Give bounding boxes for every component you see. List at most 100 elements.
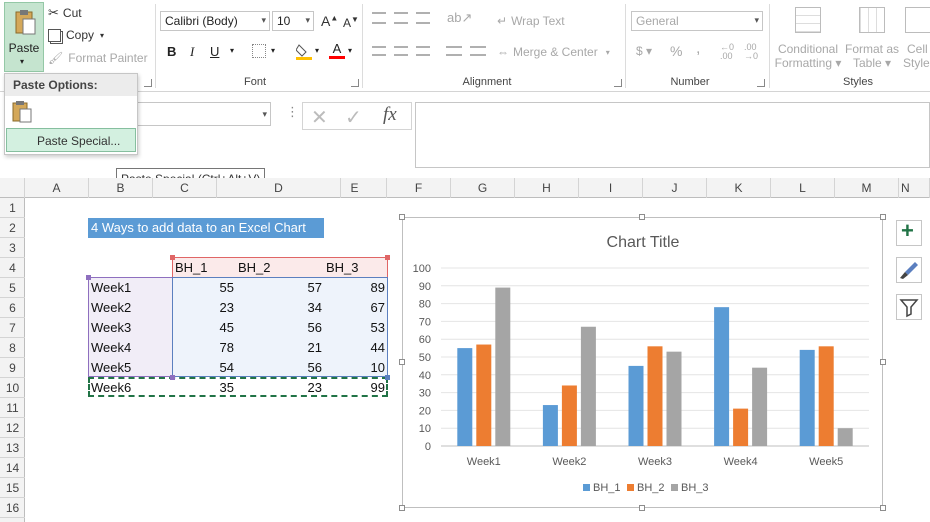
bar-bh1-week2[interactable] <box>542 405 558 446</box>
row-header[interactable]: 13 <box>0 438 25 458</box>
legend-label[interactable]: BH_1 <box>593 482 621 494</box>
chart-resize-handle[interactable] <box>399 505 405 511</box>
bar-bh3-week1[interactable] <box>495 287 511 446</box>
chart-title[interactable]: Chart Title <box>607 234 680 251</box>
row-header[interactable]: 16 <box>0 498 25 518</box>
bar-bh2-week1[interactable] <box>476 344 492 446</box>
row-header[interactable]: 4 <box>0 258 25 278</box>
column-header[interactable]: E <box>323 178 387 198</box>
range-handle[interactable] <box>170 375 175 380</box>
font-launcher-icon[interactable] <box>351 79 359 87</box>
bottom-align-icon[interactable] <box>416 12 430 24</box>
value-cell[interactable]: 45 <box>174 318 234 338</box>
value-cell[interactable]: 56 <box>262 358 322 378</box>
bold-button[interactable]: B <box>167 44 176 59</box>
bar-bh2-week2[interactable] <box>561 385 577 446</box>
bar-bh2-week3[interactable] <box>647 346 663 446</box>
legend-label[interactable]: BH_2 <box>637 482 665 494</box>
chart-resize-handle[interactable] <box>639 505 645 511</box>
format-as-table-button[interactable]: Format as Table ▾ <box>843 4 901 72</box>
bar-bh1-week3[interactable] <box>628 365 644 446</box>
underline-button[interactable]: U <box>210 44 219 59</box>
row-header[interactable]: 10 <box>0 378 25 398</box>
row-label-cell[interactable]: Week4 <box>91 338 131 358</box>
insert-function-button[interactable]: fx <box>383 104 397 126</box>
enter-icon[interactable]: ✓ <box>345 105 362 130</box>
chart-resize-handle[interactable] <box>399 214 405 220</box>
range-handle[interactable] <box>385 375 390 380</box>
value-cell[interactable]: 55 <box>174 278 234 298</box>
chart-area[interactable]: Chart Title 0 10 20 30 40 50 60 70 80 90 100 Week1 W… <box>402 217 883 508</box>
column-header[interactable]: M <box>835 178 899 198</box>
legend-label[interactable]: BH_3 <box>681 482 709 494</box>
chart-elements-button[interactable]: + <box>896 218 922 246</box>
column-header[interactable]: H <box>515 178 579 198</box>
font-size-dropdown[interactable]: 10 ▾ <box>272 11 314 31</box>
merge-center-button[interactable]: ⇔ Merge & Center ▾ <box>497 45 610 59</box>
row-header[interactable]: 5 <box>0 278 25 298</box>
borders-icon[interactable] <box>252 44 266 58</box>
value-cell[interactable]: 23 <box>174 298 234 318</box>
currency-icon[interactable]: $ ▾ <box>636 44 652 58</box>
column-header[interactable]: L <box>771 178 835 198</box>
column-header[interactable]: G <box>451 178 515 198</box>
value-cell[interactable]: 67 <box>325 298 385 318</box>
column-header[interactable]: K <box>707 178 771 198</box>
bar-bh2-week5[interactable] <box>818 346 834 446</box>
shrink-font-button[interactable]: A▼ <box>343 15 359 30</box>
formula-input[interactable] <box>415 102 930 168</box>
column-header[interactable]: A <box>25 178 89 198</box>
font-name-dropdown[interactable]: Calibri (Body) ▾ <box>160 11 270 31</box>
cell-styles-button[interactable]: Cell Styles <box>903 4 930 72</box>
chart-resize-handle[interactable] <box>880 505 886 511</box>
row-label-cell[interactable]: Week3 <box>91 318 131 338</box>
chevron-down-icon[interactable]: ▾ <box>315 46 319 55</box>
header-cell-bh1[interactable]: BH_1 <box>175 258 208 278</box>
chart-filters-button[interactable] <box>896 294 922 320</box>
paste-button[interactable]: Paste ▾ <box>4 2 44 72</box>
chart-resize-handle[interactable] <box>399 359 405 365</box>
value-cell[interactable]: 53 <box>325 318 385 338</box>
row-label-cell[interactable]: Week2 <box>91 298 131 318</box>
fill-color-icon[interactable] <box>295 42 312 60</box>
chart-styles-button[interactable] <box>896 257 922 283</box>
chevron-down-icon[interactable]: ▾ <box>348 46 352 55</box>
bar-bh3-week4[interactable] <box>752 367 768 446</box>
increase-indent-icon[interactable] <box>470 46 486 56</box>
value-cell[interactable]: 44 <box>325 338 385 358</box>
range-handle[interactable] <box>86 275 91 280</box>
value-cell[interactable]: 10 <box>325 358 385 378</box>
row-header[interactable]: 6 <box>0 298 25 318</box>
cancel-icon[interactable]: ✕ <box>311 105 328 130</box>
number-format-dropdown[interactable]: General ▾ <box>631 11 763 31</box>
align-right-icon[interactable] <box>416 46 430 56</box>
middle-align-icon[interactable] <box>394 12 408 24</box>
value-cell[interactable]: 56 <box>262 318 322 338</box>
paste-special-item[interactable]: Paste Special... <box>6 128 136 152</box>
comma-button[interactable]: , <box>696 40 700 58</box>
value-cell[interactable]: 35 <box>174 378 234 398</box>
copy-button[interactable]: Copy ▾ <box>48 28 104 42</box>
range-handle[interactable] <box>385 255 390 260</box>
row-header[interactable]: 1 <box>0 198 25 218</box>
align-left-icon[interactable] <box>372 46 386 56</box>
row-header[interactable]: 12 <box>0 418 25 438</box>
range-handle[interactable] <box>170 255 175 260</box>
value-cell[interactable]: 99 <box>325 378 385 398</box>
bar-bh1-week5[interactable] <box>799 349 815 446</box>
formula-bar-grip-icon[interactable]: ⋮ <box>286 104 299 120</box>
row-label-cell[interactable]: Week5 <box>91 358 131 378</box>
bar-bh3-week2[interactable] <box>580 326 596 446</box>
bar-bh1-week4[interactable] <box>714 307 730 446</box>
align-center-icon[interactable] <box>394 46 408 56</box>
row-label-cell[interactable]: Week1 <box>91 278 131 298</box>
name-box[interactable]: ▾ <box>130 102 271 126</box>
column-header[interactable]: N <box>899 178 930 198</box>
value-cell[interactable]: 57 <box>262 278 322 298</box>
column-header[interactable]: C <box>153 178 217 198</box>
chart-resize-handle[interactable] <box>880 214 886 220</box>
row-header[interactable]: 7 <box>0 318 25 338</box>
column-header[interactable]: J <box>643 178 707 198</box>
clipboard-launcher-icon[interactable] <box>144 79 152 87</box>
row-header[interactable]: 8 <box>0 338 25 358</box>
